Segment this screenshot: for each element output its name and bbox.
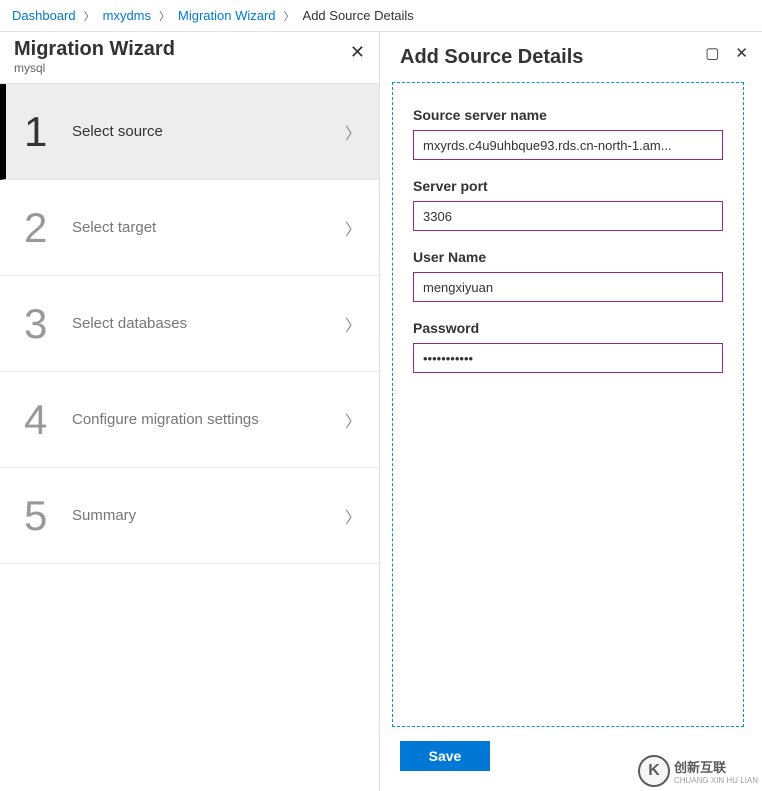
breadcrumb-dashboard[interactable]: Dashboard <box>12 8 76 23</box>
chevron-right-icon: 〉 <box>345 408 361 432</box>
breadcrumb-migration-wizard[interactable]: Migration Wizard <box>178 8 276 23</box>
step-configure-migration[interactable]: 4 Configure migration settings 〉 <box>0 372 379 468</box>
watermark-sub: CHUANG XIN HU LIAN <box>674 777 758 785</box>
details-title: Add Source Details <box>400 46 583 69</box>
chevron-right-icon: 〉 <box>345 120 361 144</box>
close-icon[interactable]: ✕ <box>350 42 365 63</box>
watermark: K 创新互联 CHUANG XIN HU LIAN <box>638 755 758 787</box>
step-summary[interactable]: 5 Summary 〉 <box>0 468 379 564</box>
step-label: Select target <box>72 219 345 236</box>
form-area: Source server name Server port User Name… <box>392 82 744 727</box>
chevron-right-icon: 〉 <box>345 216 361 240</box>
wizard-title: Migration Wizard <box>14 38 365 61</box>
step-select-target[interactable]: 2 Select target 〉 <box>0 180 379 276</box>
server-port-input[interactable] <box>413 201 723 231</box>
wizard-panel: Migration Wizard mysql ✕ 1 Select source… <box>0 32 380 791</box>
step-label: Configure migration settings <box>72 411 345 428</box>
chevron-right-icon: 〉 <box>84 8 95 24</box>
watermark-logo-icon: K <box>638 755 670 787</box>
user-name-label: User Name <box>413 249 723 265</box>
step-label: Select databases <box>72 315 345 332</box>
save-button[interactable]: Save <box>400 741 490 771</box>
chevron-right-icon: 〉 <box>159 8 170 24</box>
step-select-source[interactable]: 1 Select source 〉 <box>0 84 379 180</box>
step-number: 5 <box>24 495 66 537</box>
close-icon[interactable]: ✕ <box>735 44 748 62</box>
chevron-right-icon: 〉 <box>345 504 361 528</box>
wizard-subtitle: mysql <box>14 61 365 75</box>
watermark-brand: 创新互联 <box>674 760 726 775</box>
step-label: Summary <box>72 507 345 524</box>
step-number: 4 <box>24 399 66 441</box>
password-input[interactable] <box>413 343 723 373</box>
chevron-right-icon: 〉 <box>284 8 295 24</box>
password-label: Password <box>413 320 723 336</box>
server-name-input[interactable] <box>413 130 723 160</box>
step-select-databases[interactable]: 3 Select databases 〉 <box>0 276 379 372</box>
step-number: 2 <box>24 207 66 249</box>
server-port-label: Server port <box>413 178 723 194</box>
restore-icon[interactable]: ▢ <box>705 44 719 62</box>
breadcrumb-current: Add Source Details <box>303 8 414 23</box>
breadcrumb: Dashboard 〉 mxydms 〉 Migration Wizard 〉 … <box>0 0 762 32</box>
breadcrumb-mxydms[interactable]: mxydms <box>103 8 151 23</box>
step-label: Select source <box>72 123 345 140</box>
wizard-steps: 1 Select source 〉 2 Select target 〉 3 Se… <box>0 83 379 564</box>
step-number: 1 <box>24 111 66 153</box>
server-name-label: Source server name <box>413 107 723 123</box>
chevron-right-icon: 〉 <box>345 312 361 336</box>
user-name-input[interactable] <box>413 272 723 302</box>
step-number: 3 <box>24 303 66 345</box>
details-panel: Add Source Details ▢ ✕ Source server nam… <box>380 32 762 791</box>
